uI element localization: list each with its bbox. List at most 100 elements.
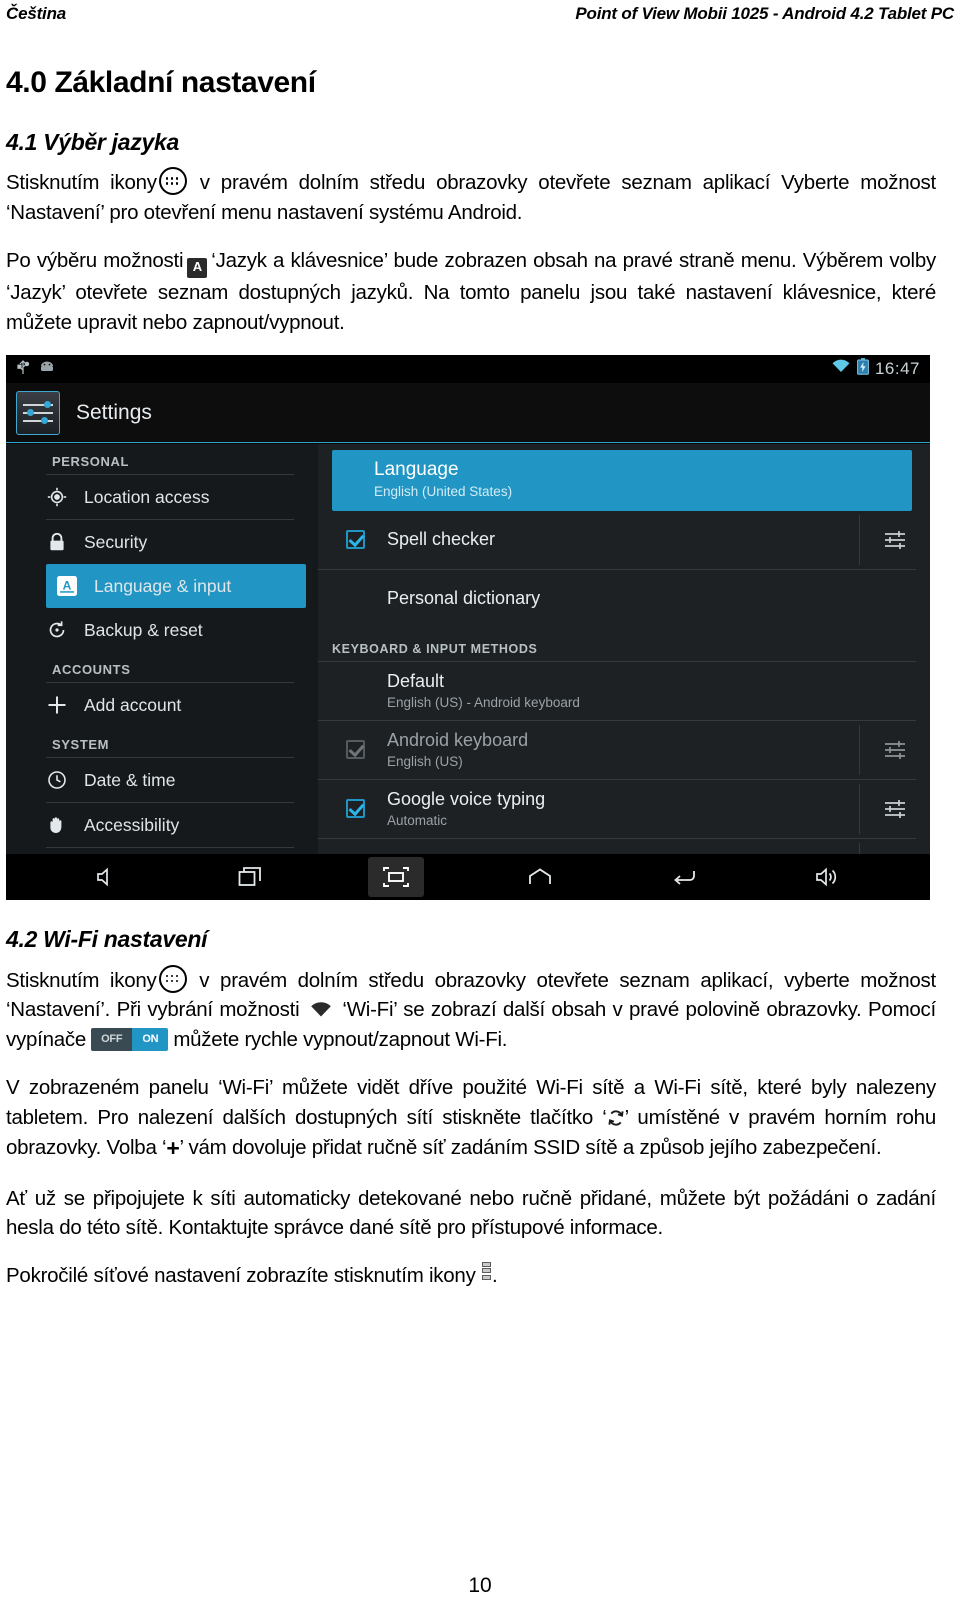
android-keyboard-subtitle: English (US) — [387, 753, 463, 769]
default-keyboard-title: Default — [387, 671, 445, 692]
google-voice-typing-settings-button[interactable] — [859, 783, 930, 834]
toggle-on-label: ON — [132, 1028, 169, 1052]
spell-checker-row[interactable]: Spell checker — [318, 511, 930, 569]
svg-text:A: A — [63, 579, 72, 593]
paragraph-4-1-1-text-a: Stisknutím ikony — [6, 171, 157, 195]
spell-checker-settings-button[interactable] — [859, 514, 930, 565]
paragraph-4-1-1: Stisknutím ikony v pravém dolním středu … — [6, 167, 936, 227]
paragraph-4-2-1-text-d: můžete rychle vypnout/zapnout Wi-Fi. — [173, 1028, 508, 1052]
plus-icon — [46, 694, 68, 716]
sidebar-item-backup-reset[interactable]: Backup & reset — [6, 608, 306, 652]
sidebar-item-accessibility[interactable]: Accessibility — [6, 803, 306, 847]
language-icon: A — [56, 575, 78, 597]
pov-keyboard-row[interactable]: POV Keyboard — [318, 839, 930, 855]
document-content: 4.0 Základní nastavení 4.1 Výběr jazyka … — [6, 66, 936, 1309]
page-header: Čeština Point of View Mobii 1025 - Andro… — [0, 0, 960, 42]
wifi-icon — [310, 997, 332, 1017]
sidebar-item-label: Location access — [84, 486, 210, 507]
keyboard-input-methods-category: KEYBOARD & INPUT METHODS — [332, 641, 538, 656]
sidebar-item-add-account[interactable]: Add account — [6, 683, 306, 727]
android-keyboard-settings-button[interactable] — [859, 724, 930, 775]
spell-checker-label: Spell checker — [387, 529, 496, 550]
refresh-icon — [607, 1106, 625, 1126]
paragraph-4-2-4: Pokročilé síťové nastavení zobrazíte sti… — [6, 1261, 936, 1291]
location-icon — [46, 486, 68, 508]
sidebar-item-label: Backup & reset — [84, 619, 203, 640]
language-title: Language — [374, 459, 459, 481]
paragraph-4-2-1: Stisknutím ikony v pravém dolním středu … — [6, 964, 936, 1055]
android-keyboard-text: Android keyboard English (US) — [387, 729, 859, 770]
default-keyboard-row[interactable]: Default English (US) - Android keyboard — [318, 662, 930, 720]
default-keyboard-text: Default English (US) - Android keyboard — [387, 670, 930, 711]
default-keyboard-subtitle: English (US) - Android keyboard — [387, 694, 580, 710]
section-4-1-title: 4.1 Výběr jazyka — [6, 129, 179, 155]
wifi-icon — [831, 359, 851, 379]
apps-grid-icon — [158, 964, 187, 993]
page-number: 10 — [468, 1574, 492, 1597]
header-product-label: Point of View Mobii 1025 - Android 4.2 T… — [575, 4, 954, 23]
home-icon[interactable] — [512, 857, 568, 897]
toggle-off-label: OFF — [91, 1028, 133, 1052]
screenshot-icon[interactable] — [368, 857, 424, 898]
pov-keyboard-settings-button[interactable] — [859, 842, 930, 855]
wifi-onoff-toggle[interactable]: OFF ON — [91, 1028, 169, 1052]
google-voice-typing-title: Google voice typing — [387, 789, 546, 810]
apps-grid-icon — [158, 167, 187, 196]
personal-dictionary-label: Personal dictionary — [387, 588, 541, 609]
language-input-icon: A — [187, 257, 208, 278]
paragraph-4-2-2-text-c: ’ vám dovoluje přidat ručně síť zadáním … — [179, 1136, 882, 1160]
paragraph-4-2-2: V zobrazeném panelu ‘Wi-Fi’ můžete vidět… — [6, 1073, 936, 1166]
language-row[interactable]: Language English (United States) — [332, 450, 912, 511]
hand-icon — [46, 814, 68, 836]
google-voice-typing-subtitle: Automatic — [387, 812, 448, 828]
recents-icon[interactable] — [224, 857, 280, 897]
clock-icon — [46, 769, 68, 791]
android-keyboard-checkbox[interactable] — [346, 740, 365, 760]
sidebar-item-label: Date & time — [84, 769, 176, 790]
page-title: 4.0 Základní nastavení — [6, 66, 316, 99]
sidebar-item-security[interactable]: Security — [6, 520, 306, 564]
android-keyboard-title: Android keyboard — [387, 730, 529, 751]
google-voice-typing-text: Google voice typing Automatic — [387, 788, 859, 829]
settings-app-icon — [16, 390, 60, 435]
settings-sidebar: PERSONAL Location access Security A Lang… — [6, 444, 318, 855]
lock-icon — [46, 531, 68, 553]
android-navigation-bar — [6, 854, 930, 901]
language-subtitle: English (United States) — [374, 484, 513, 500]
sidebar-item-label: Security — [84, 531, 148, 552]
android-debug-icon — [38, 360, 56, 379]
sidebar-item-label: Language & input — [94, 575, 232, 596]
android-keyboard-row[interactable]: Android keyboard English (US) — [318, 721, 930, 779]
sidebar-item-date-time[interactable]: Date & time — [6, 758, 306, 802]
add-network-plus-icon: + — [166, 1135, 180, 1162]
paragraph-4-2-1-text-a: Stisknutím ikony — [6, 968, 157, 992]
paragraph-4-1-2: Po výběru možnosti A ‘Jazyk a klávesnice’ … — [6, 246, 936, 337]
settings-app-title: Settings — [76, 400, 152, 424]
android-status-bar: 16:47 — [6, 355, 930, 384]
sidebar-item-label: Add account — [84, 694, 182, 715]
sidebar-item-language-input[interactable]: A Language & input — [46, 564, 306, 609]
volume-down-icon[interactable] — [80, 857, 136, 897]
status-bar-clock: 16:47 — [874, 359, 920, 379]
paragraph-4-1-2-text-a: Po výběru možnosti — [6, 248, 184, 272]
sidebar-category-accounts: ACCOUNTS — [52, 662, 131, 678]
google-voice-typing-checkbox[interactable] — [346, 799, 365, 819]
settings-right-pane: Language English (United States) Spell c… — [318, 444, 930, 855]
android-settings-screenshot: 16:47 Settings PERSONAL Location access … — [6, 355, 930, 901]
volume-up-icon[interactable] — [800, 857, 856, 897]
sidebar-category-system: SYSTEM — [52, 737, 110, 753]
back-icon[interactable] — [656, 857, 712, 897]
sidebar-item-label: Accessibility — [84, 814, 180, 835]
usb-icon — [16, 358, 30, 381]
google-voice-typing-row[interactable]: Google voice typing Automatic — [318, 780, 930, 838]
android-settings-body: PERSONAL Location access Security A Lang… — [6, 444, 930, 855]
android-action-bar: Settings — [6, 383, 930, 444]
backup-reset-icon — [46, 619, 68, 641]
overflow-menu-icon — [482, 1261, 492, 1282]
header-language-label: Čeština — [6, 4, 67, 23]
personal-dictionary-row[interactable]: Personal dictionary — [318, 570, 930, 628]
sidebar-item-location-access[interactable]: Location access — [6, 475, 306, 519]
spell-checker-checkbox[interactable] — [346, 530, 365, 550]
